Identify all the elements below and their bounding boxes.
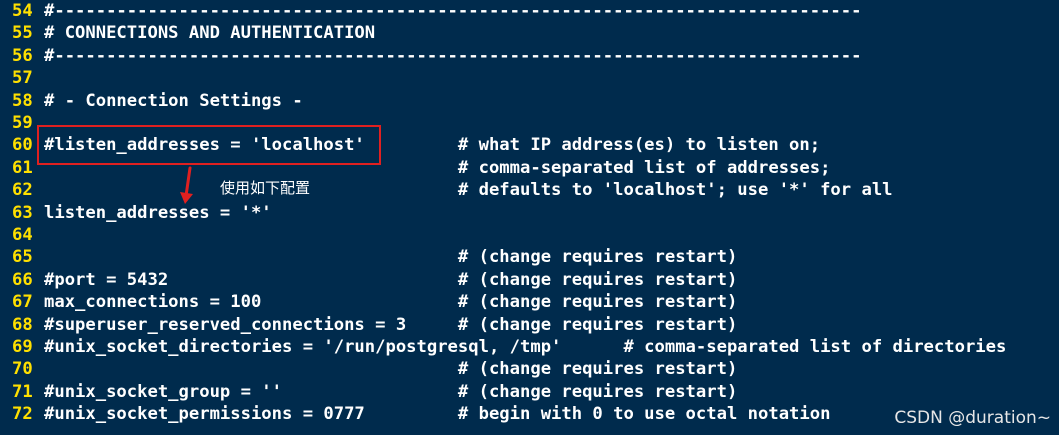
line-number: 69 — [12, 337, 33, 357]
line-text: listen_addresses = '*' — [44, 202, 272, 223]
line-text: max_connections = 100 # (change requires… — [44, 292, 738, 313]
line-text: #unix_socket_directories = '/run/postgre… — [44, 337, 1007, 357]
editor-line: 63 listen_addresses = '*' — [12, 202, 272, 224]
line-text: # (change requires restart) — [44, 359, 738, 380]
annotation-arrow-icon — [180, 166, 193, 204]
line-number: 58 — [12, 90, 33, 111]
line-number: 71 — [12, 381, 33, 402]
line-text: # (change requires restart) — [44, 247, 738, 268]
line-text: #port = 5432 # (change requires restart) — [44, 269, 738, 290]
line-number: 66 — [12, 269, 33, 290]
editor-line: 65 # (change requires restart) — [12, 246, 737, 268]
editor-line: 66 #port = 5432 # (change requires restar… — [12, 269, 737, 291]
editor-line: 62 # defaults to 'localhost'; use '*' fo… — [12, 179, 893, 201]
line-number: 68 — [12, 314, 33, 335]
line-number: 57 — [12, 68, 33, 89]
editor-line: 68 #superuser_reserved_connections = 3 # … — [12, 314, 737, 336]
annotation-text: 使用如下配置 — [220, 179, 311, 197]
highlight-box — [37, 125, 381, 165]
line-text: # CONNECTIONS AND AUTHENTICATION — [44, 23, 376, 44]
editor-line: 55 # CONNECTIONS AND AUTHENTICATION — [12, 22, 375, 44]
line-number: 65 — [12, 247, 33, 268]
line-number: 63 — [12, 202, 33, 223]
terminal-editor[interactable]: 54 #-------------------------------------… — [0, 0, 1059, 435]
line-number: 55 — [12, 23, 33, 44]
line-text: #unix_socket_permissions = 0777 # begin … — [44, 404, 831, 425]
line-number: 64 — [12, 225, 33, 245]
editor-line: 70 # (change requires restart) — [12, 358, 737, 380]
line-text: #---------------------------------------… — [44, 1, 862, 21]
editor-line: 58 # - Connection Settings - — [12, 90, 303, 112]
line-text: #superuser_reserved_connections = 3 # (c… — [44, 314, 738, 335]
editor-line: 72 #unix_socket_permissions = 0777 # begi… — [12, 403, 830, 425]
line-number: 56 — [12, 45, 33, 66]
editor-line: 67 max_connections = 100 # (change requir… — [12, 291, 737, 313]
editor-line: 54 #-------------------------------------… — [12, 0, 861, 22]
editor-line: 64 — [12, 224, 44, 246]
editor-line: 69 #unix_socket_directories = '/run/postg… — [12, 336, 1006, 358]
editor-line: 57 — [12, 67, 44, 89]
editor-line: 71 #unix_socket_group = '' # (change requ… — [12, 381, 737, 403]
line-text: #---------------------------------------… — [44, 45, 862, 66]
line-number: 54 — [12, 1, 33, 21]
line-number: 72 — [12, 404, 33, 425]
watermark: CSDN @duration~ — [894, 408, 1051, 428]
line-number: 67 — [12, 292, 33, 313]
line-number: 62 — [12, 180, 33, 201]
line-text: # - Connection Settings - — [44, 90, 303, 111]
editor-line: 56 #-------------------------------------… — [12, 45, 861, 67]
line-number: 70 — [12, 359, 33, 380]
line-text: #unix_socket_group = '' # (change requir… — [44, 381, 738, 402]
